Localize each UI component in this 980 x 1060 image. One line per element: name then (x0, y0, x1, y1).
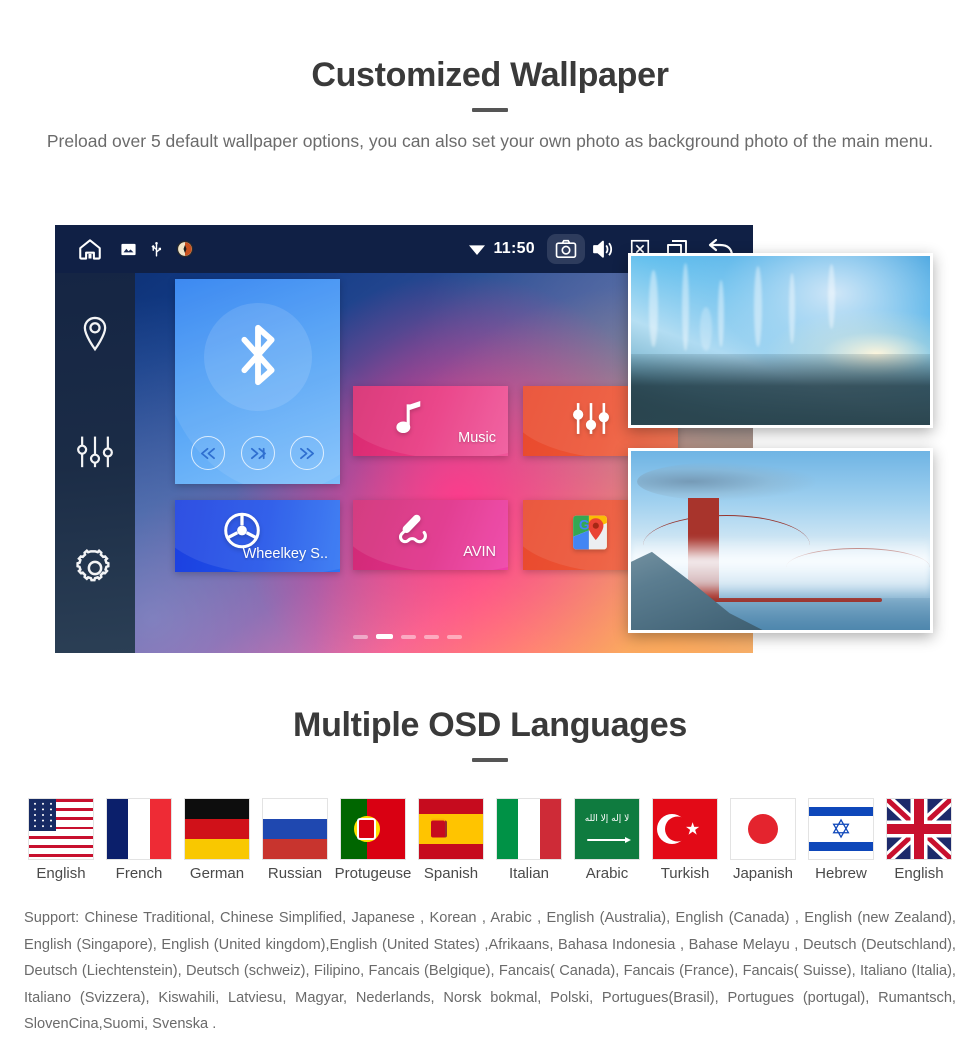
flag-label: Italian (508, 865, 550, 882)
flag-label: Russian (267, 865, 323, 882)
page-indicator[interactable] (353, 634, 462, 639)
bluetooth-icon-halo (203, 303, 312, 411)
flag-label: English (36, 865, 86, 882)
flag-label: Protugeuse (334, 865, 412, 882)
languages-section-header: Multiple OSD Languages (0, 706, 980, 762)
flag-icon-united-states (28, 798, 94, 860)
gallery-icon[interactable] (120, 241, 137, 258)
play-pause-icon[interactable] (240, 436, 275, 470)
flag-icon-italy (496, 798, 562, 860)
flag-label: English (894, 865, 944, 882)
flag-item-germany[interactable]: German (182, 798, 252, 882)
tile-music[interactable]: Music (353, 386, 508, 456)
title-divider (472, 108, 508, 112)
tile-label: Wheelkey S.. (242, 546, 328, 562)
flag-icon-turkey: ★ (652, 798, 718, 860)
flag-label: French (115, 865, 163, 882)
flag-item-israel[interactable]: ✡ Hebrew (806, 798, 876, 882)
flag-list: English French German Russian Protugeuse (0, 798, 980, 882)
page-dot[interactable] (424, 634, 439, 639)
flag-label: Spanish (423, 865, 479, 882)
tile-label: Music (458, 430, 496, 446)
flag-icon-germany (184, 798, 250, 860)
flag-icon-united-kingdom (886, 798, 952, 860)
media-controls (175, 436, 340, 470)
page-dot-active[interactable] (376, 634, 393, 639)
languages-title: Multiple OSD Languages (293, 706, 687, 744)
flag-item-spain[interactable]: Spanish (416, 798, 486, 882)
wallpaper-subtitle: Preload over 5 default wallpaper options… (46, 131, 934, 151)
flag-label: German (189, 865, 245, 882)
tile-avin[interactable]: AVIN (353, 500, 508, 570)
flag-icon-portugal (340, 798, 406, 860)
app-sidebar (55, 273, 135, 653)
page-title: Customized Wallpaper (311, 56, 669, 94)
sidebar-item-equalizer[interactable] (75, 434, 115, 475)
flag-item-japan[interactable]: Japanish (728, 798, 798, 882)
flag-label: Arabic (585, 865, 629, 882)
aux-cable-icon (389, 514, 429, 556)
compass-icon[interactable] (176, 240, 194, 258)
flag-icon-spain (418, 798, 484, 860)
usb-icon[interactable] (148, 240, 165, 259)
skip-previous-icon[interactable] (190, 436, 225, 470)
flag-item-france[interactable]: French (104, 798, 174, 882)
tile-bluetooth[interactable] (175, 279, 340, 484)
flag-label: Hebrew (815, 865, 867, 882)
flag-icon-israel: ✡ (808, 798, 874, 860)
clock-display: 11:50 (493, 240, 535, 257)
flag-icon-saudi-arabia: لا إله إلا الله (574, 798, 640, 860)
flag-item-saudi-arabia[interactable]: لا إله إلا الله Arabic (572, 798, 642, 882)
music-note-icon (395, 401, 425, 442)
wallpaper-section-header: Customized Wallpaper Preload over 5 defa… (0, 56, 980, 155)
flag-item-united-states[interactable]: English (26, 798, 96, 882)
tile-label: AVIN (463, 544, 496, 560)
flag-item-russia[interactable]: Russian (260, 798, 330, 882)
home-icon[interactable] (77, 236, 103, 262)
ice-cave-image (631, 256, 930, 425)
flag-label: Turkish (660, 865, 710, 882)
skip-next-icon[interactable] (290, 436, 325, 470)
flag-icon-japan (730, 798, 796, 860)
equalizer-icon (571, 401, 611, 442)
flag-label: Japanish (732, 865, 794, 882)
speaker-icon[interactable] (591, 238, 615, 260)
page-dot[interactable] (401, 634, 416, 639)
page-dot[interactable] (447, 634, 462, 639)
page-root: Customized Wallpaper Preload over 5 defa… (0, 0, 980, 1060)
sidebar-item-navigation[interactable] (78, 315, 112, 360)
flag-item-italy[interactable]: Italian (494, 798, 564, 882)
page-dot[interactable] (353, 634, 368, 639)
svg-text:G: G (579, 517, 590, 532)
flag-item-united-kingdom[interactable]: English (884, 798, 954, 882)
flag-icon-france (106, 798, 172, 860)
golden-gate-bridge-wallpaper[interactable] (628, 448, 933, 633)
bridge-image (631, 451, 930, 630)
title-divider (472, 758, 508, 762)
flag-item-portugal[interactable]: Protugeuse (335, 798, 411, 882)
clouds (636, 461, 817, 502)
tile-wheelkey-study[interactable]: Wheelkey S.. (175, 500, 340, 572)
supported-languages-text: Support: Chinese Traditional, Chinese Si… (24, 910, 956, 1033)
camera-icon (555, 239, 577, 259)
flag-item-turkey[interactable]: ★ Turkish (650, 798, 720, 882)
bluetooth-icon (230, 320, 286, 395)
google-maps-icon: G (571, 514, 609, 557)
ice-cave-wallpaper[interactable] (628, 253, 933, 428)
sidebar-item-settings[interactable] (76, 549, 114, 592)
flag-icon-russia (262, 798, 328, 860)
cave-floor (631, 354, 930, 425)
camera-button[interactable] (547, 234, 585, 264)
wifi-icon[interactable] (467, 241, 487, 257)
